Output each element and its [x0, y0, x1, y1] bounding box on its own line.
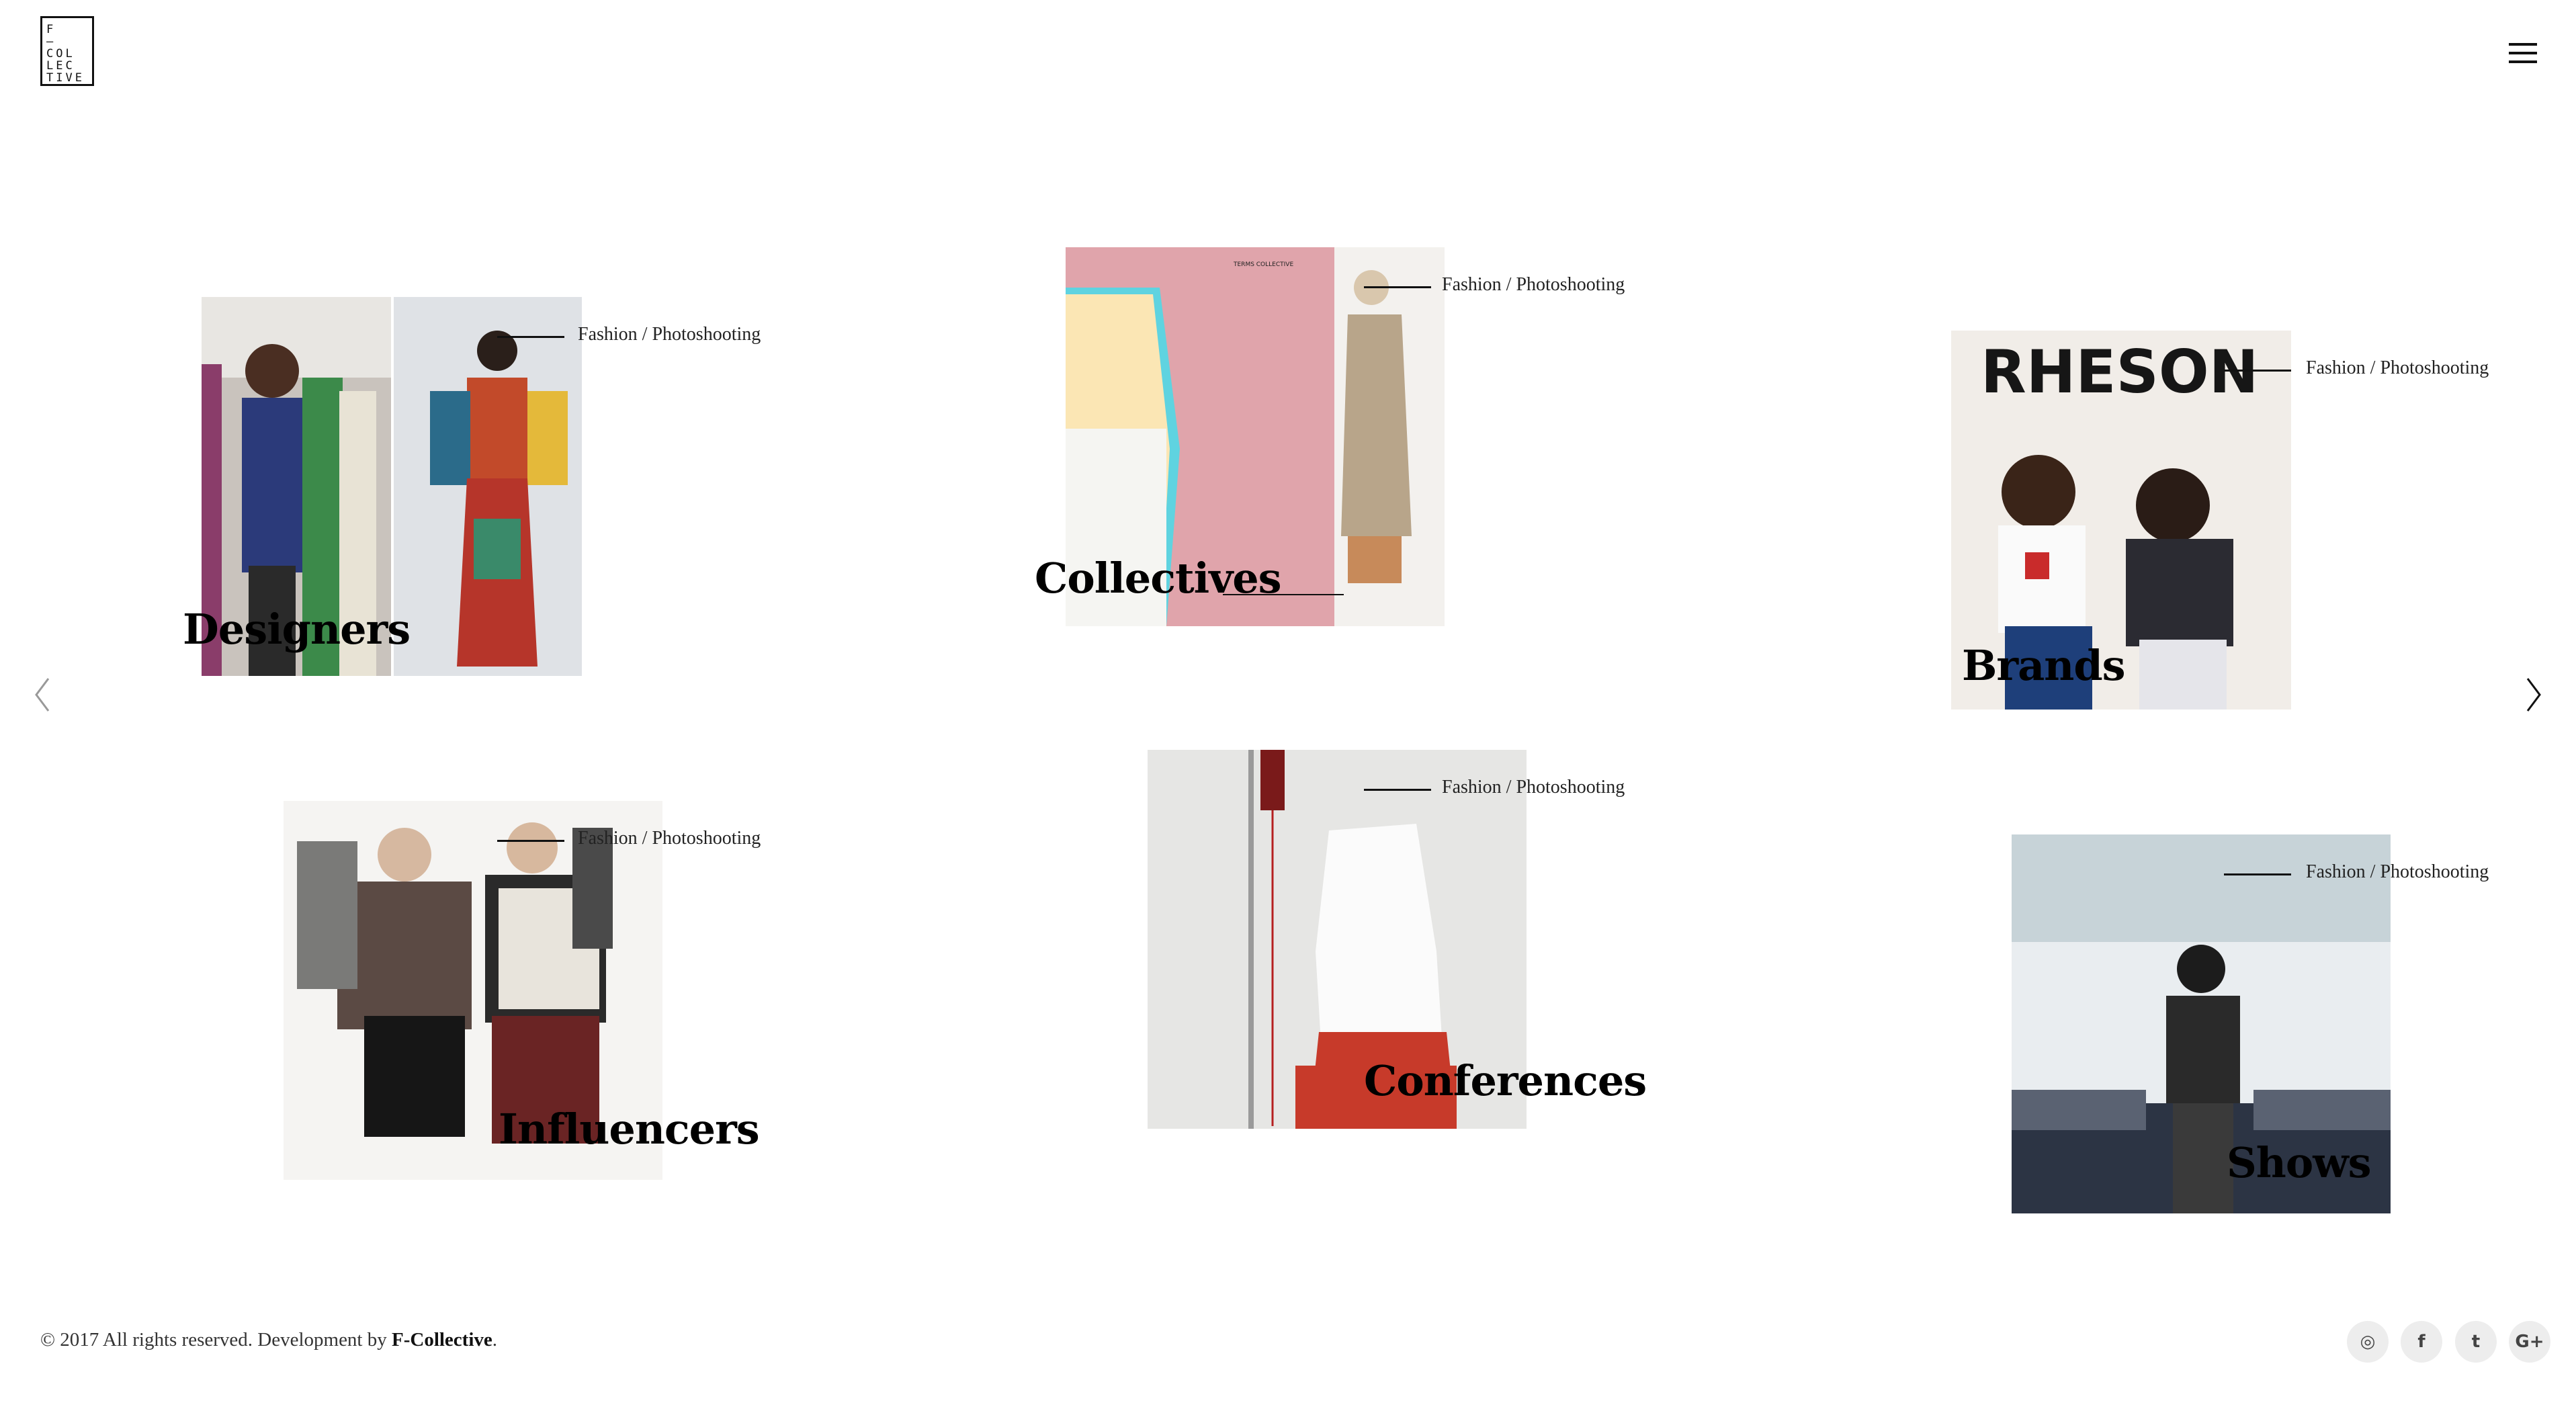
tag-line	[1364, 789, 1431, 791]
tag-line	[497, 336, 564, 338]
card-title[interactable]: Designers	[183, 605, 411, 654]
card-title[interactable]: Conferences	[1364, 1056, 1647, 1105]
card-title[interactable]: Shows	[2227, 1138, 2371, 1187]
instagram-icon[interactable]: ◎	[2347, 1321, 2389, 1363]
card-title[interactable]: Collectives	[1035, 554, 1282, 603]
instagram-glyph: ◎	[2360, 1332, 2376, 1352]
title-underline	[1223, 594, 1344, 595]
card-tag: Fashion / Photoshooting	[2306, 357, 2489, 378]
facebook-glyph: f	[2417, 1332, 2425, 1352]
logo-line: LEC	[46, 59, 75, 73]
logo-line: COL	[46, 47, 75, 60]
logo[interactable]: F — COL LEC TIVE	[40, 16, 94, 86]
google-plus-icon[interactable]: G+	[2509, 1321, 2550, 1363]
brand-photo-text: RHESON	[1981, 337, 2258, 406]
footer-copyright: © 2017 All rights reserved. Development …	[40, 1329, 497, 1351]
card-title[interactable]: Brands	[1962, 641, 2126, 690]
logo-line: F	[46, 23, 56, 36]
logo-line: TIVE	[46, 71, 85, 85]
twitter-glyph: t	[2471, 1332, 2481, 1352]
logo-line: —	[46, 35, 56, 48]
prev-arrow-icon[interactable]	[30, 675, 56, 715]
google-plus-glyph: G+	[2515, 1332, 2544, 1352]
tag-line	[1364, 286, 1431, 288]
card-tag: Fashion / Photoshooting	[1442, 777, 1625, 798]
next-arrow-icon[interactable]	[2520, 675, 2546, 715]
card-title[interactable]: Influencers	[499, 1105, 760, 1154]
menu-icon[interactable]	[2509, 43, 2537, 65]
twitter-icon[interactable]: t	[2455, 1321, 2497, 1363]
card-tag: Fashion / Photoshooting	[578, 828, 761, 849]
card-tag: Fashion / Photoshooting	[578, 324, 761, 345]
tag-line	[2224, 370, 2291, 372]
facebook-icon[interactable]: f	[2401, 1321, 2442, 1363]
copyright-text: © 2017 All rights reserved. Development …	[40, 1329, 392, 1350]
footer-company-link[interactable]: F-Collective	[392, 1329, 492, 1350]
tag-line	[497, 840, 564, 842]
svg-text:TERMS COLLECTIVE: TERMS COLLECTIVE	[1233, 261, 1293, 268]
tag-line	[2224, 873, 2291, 875]
footer-suffix: .	[492, 1329, 498, 1350]
card-tag: Fashion / Photoshooting	[1442, 274, 1625, 295]
card-tag: Fashion / Photoshooting	[2306, 861, 2489, 882]
